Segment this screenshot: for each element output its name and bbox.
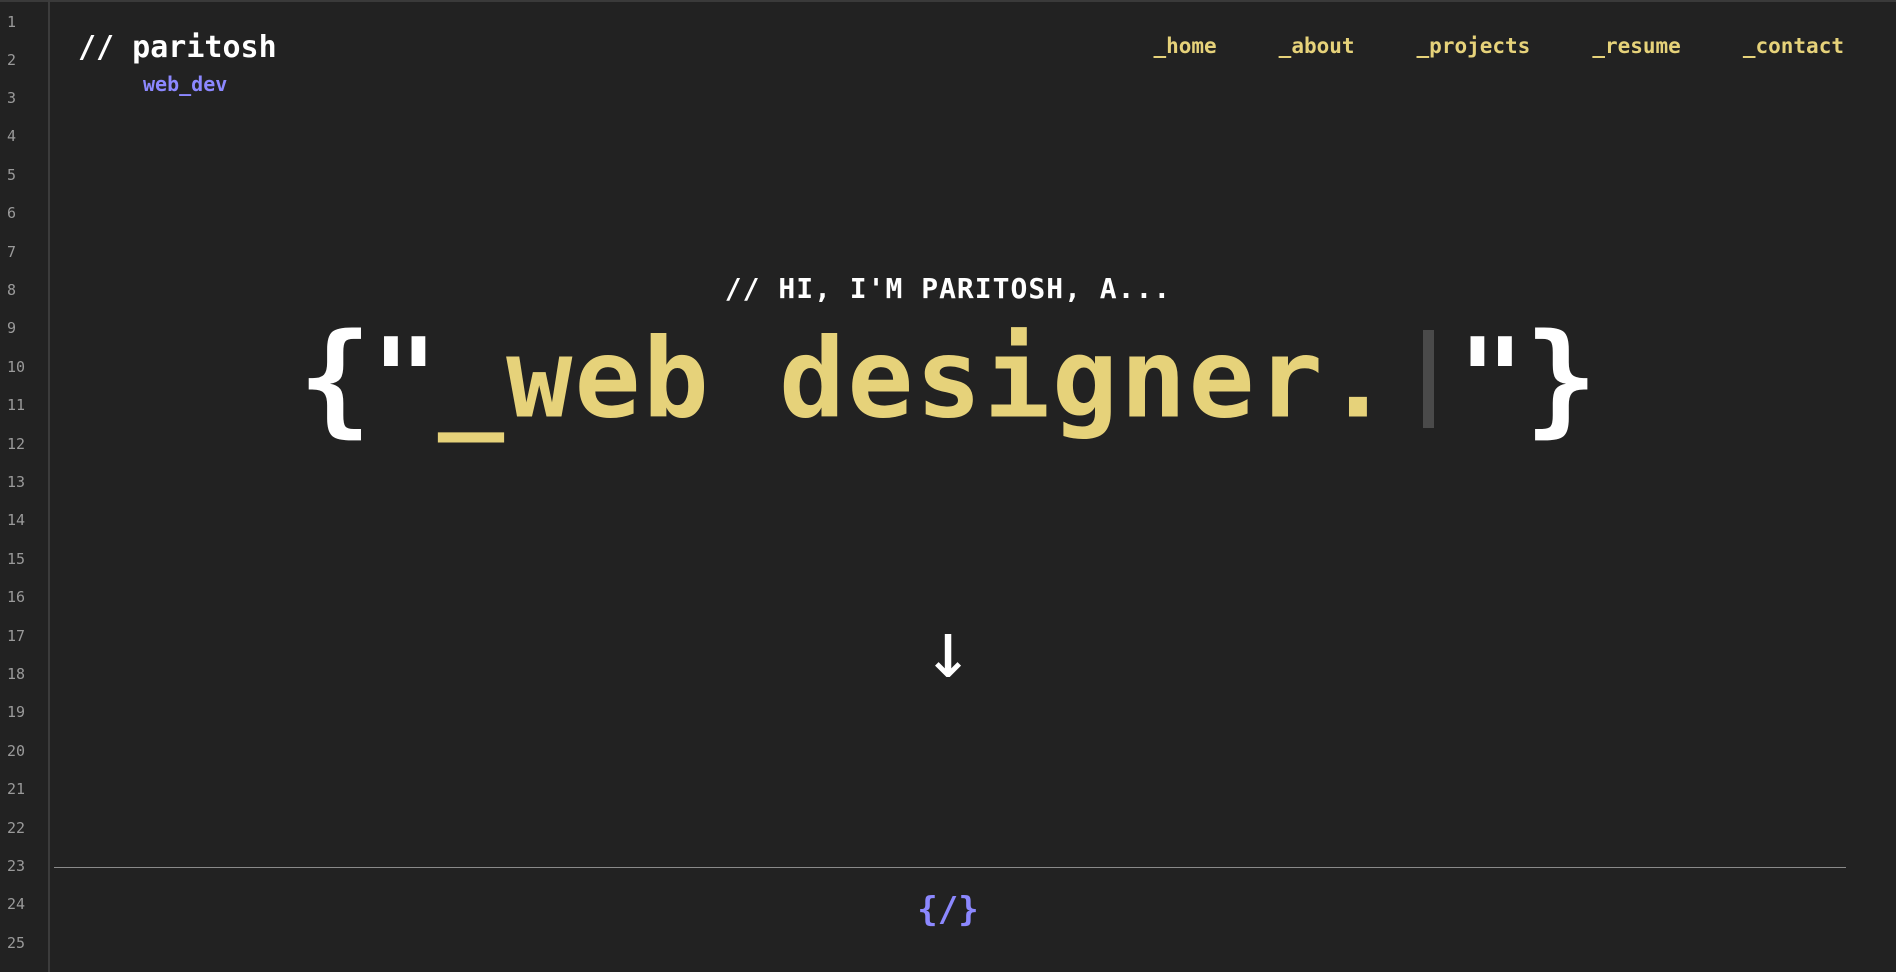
line-number: 6 bbox=[7, 204, 17, 222]
open-quote: " bbox=[371, 314, 438, 443]
site-brand[interactable]: // paritosh web_dev bbox=[78, 30, 277, 96]
nav-link-about[interactable]: _about bbox=[1279, 34, 1355, 58]
line-number: 13 bbox=[7, 473, 26, 491]
line-number-gutter: 1 2 3 4 5 6 7 8 9 10 11 12 13 14 15 16 1… bbox=[0, 0, 50, 972]
hero-greeting: // HI, I'M PARITOSH, A... bbox=[724, 272, 1172, 305]
close-quote: " bbox=[1458, 314, 1525, 443]
nav-link-resume[interactable]: _resume bbox=[1592, 34, 1681, 58]
main-nav: _home _about _projects _resume _contact bbox=[1091, 34, 1844, 58]
line-number: 19 bbox=[7, 703, 26, 721]
line-number: 25 bbox=[7, 934, 26, 952]
line-number: 3 bbox=[7, 89, 17, 107]
arrow-down-icon[interactable]: ↓ bbox=[0, 600, 1896, 700]
line-number: 20 bbox=[7, 742, 26, 760]
line-number: 2 bbox=[7, 51, 17, 69]
nav-link-projects[interactable]: _projects bbox=[1417, 34, 1531, 58]
line-number: 5 bbox=[7, 166, 17, 184]
line-number: 4 bbox=[7, 127, 17, 145]
nav-link-contact[interactable]: _contact bbox=[1743, 34, 1844, 58]
line-number: 7 bbox=[7, 243, 17, 261]
typed-role-text: _web designer. bbox=[437, 314, 1394, 443]
line-number: 22 bbox=[7, 819, 26, 837]
line-number: 15 bbox=[7, 550, 26, 568]
page-frame bbox=[0, 0, 1896, 972]
line-number: 21 bbox=[7, 780, 26, 798]
close-brace: } bbox=[1524, 307, 1598, 450]
text-cursor bbox=[1423, 329, 1435, 428]
nav-link-home[interactable]: _home bbox=[1153, 34, 1216, 58]
footer-divider bbox=[54, 867, 1846, 868]
brand-subtitle: web_dev bbox=[143, 72, 228, 96]
code-icon: {/} bbox=[917, 890, 979, 930]
line-number: 14 bbox=[7, 511, 26, 529]
line-number: 1 bbox=[7, 13, 17, 31]
line-number: 23 bbox=[7, 857, 26, 875]
open-brace: { bbox=[298, 307, 372, 450]
brand-name[interactable]: // paritosh bbox=[78, 30, 277, 65]
hero-headline: {"_web designer. "} bbox=[0, 318, 1896, 440]
